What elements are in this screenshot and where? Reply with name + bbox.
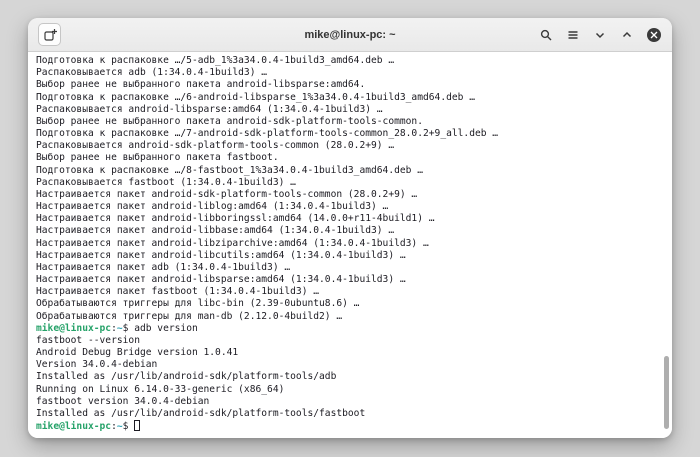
window-controls	[538, 27, 662, 43]
maximize-button[interactable]	[619, 27, 635, 43]
hamburger-menu-icon	[566, 28, 580, 42]
terminal-line: Подготовка к распаковке …/5-adb_1%3a34.0…	[36, 55, 395, 66]
terminal-line: Распаковывается fastboot (1:34.0.4-1buil…	[36, 176, 296, 188]
terminal-line: Выбор ранее не выбранного пакета android…	[36, 115, 423, 127]
new-tab-button[interactable]	[38, 23, 61, 46]
close-icon	[647, 27, 661, 42]
terminal-line: Подготовка к распаковке …/8-fastboot_1%3…	[36, 164, 423, 176]
terminal-line: Android Debug Bridge version 1.0.41	[36, 347, 239, 359]
scrollbar[interactable]	[662, 54, 671, 436]
terminal-line: Настраивается пакет android-libziparchiv…	[36, 237, 429, 249]
terminal-line: fastboot version 34.0.4-debian	[36, 395, 210, 407]
terminal-line: Настраивается пакет android-libsparse:am…	[36, 274, 406, 286]
chevron-up-icon	[620, 28, 634, 42]
terminal-line: Настраивается пакет android-sdk-platform…	[36, 188, 418, 200]
terminal-line: Настраивается пакет android-libbase:amd6…	[36, 225, 395, 237]
terminal-line: Installed as /usr/lib/android-sdk/platfo…	[36, 407, 366, 419]
terminal-line: Настраивается пакет fastboot (1:34.0.4-1…	[36, 286, 320, 298]
search-icon	[539, 28, 553, 42]
terminal-line: Обрабатываются триггеры для libc-bin (2.…	[36, 298, 360, 310]
terminal-line: Version 34.0.4-debian	[36, 359, 158, 371]
terminal-line: Running on Linux 6.14.0-33-generic (x86_…	[36, 383, 285, 395]
terminal-output[interactable]: Подготовка к распаковке …/5-adb_1%3a34.0…	[28, 52, 672, 438]
terminal-line: mike@linux-pc:~$	[36, 420, 664, 433]
titlebar[interactable]: mike@linux-pc: ~	[28, 18, 672, 52]
terminal-line: Настраивается пакет android-liblog:amd64…	[36, 201, 389, 213]
terminal-line: Настраивается пакет adb (1:34.0.4-1build…	[36, 261, 291, 273]
terminal-line: mike@linux-pc:~$ adb version	[36, 322, 198, 334]
terminal-line: Распаковывается android-libsparse:amd64 …	[36, 103, 383, 115]
menu-button[interactable]	[565, 27, 581, 43]
chevron-down-icon	[593, 28, 607, 42]
terminal-line: Installed as /usr/lib/android-sdk/platfo…	[36, 371, 337, 383]
terminal-line: Настраивается пакет android-libboringssl…	[36, 213, 435, 225]
close-button[interactable]	[646, 27, 662, 43]
search-button[interactable]	[538, 27, 554, 43]
terminal-line: fastboot --version	[36, 334, 140, 346]
terminal-line: Выбор ранее не выбранного пакета android…	[36, 79, 366, 91]
terminal-line: Выбор ранее не выбранного пакета fastboo…	[36, 152, 279, 164]
terminal-line: Распаковывается adb (1:34.0.4-1build3) …	[36, 67, 268, 79]
terminal-window: mike@linux-pc: ~ Подготовка к распаковке…	[28, 18, 672, 438]
terminal-line: Подготовка к распаковке …/6-android-libs…	[36, 91, 475, 103]
minimize-button[interactable]	[592, 27, 608, 43]
terminal-cursor	[134, 420, 141, 432]
terminal-line: Подготовка к распаковке …/7-android-sdk-…	[36, 128, 499, 140]
terminal-line: Настраивается пакет android-libcutils:am…	[36, 249, 406, 261]
scrollbar-thumb[interactable]	[664, 356, 669, 429]
new-tab-icon	[43, 28, 57, 42]
terminal-line: Обрабатываются триггеры для man-db (2.12…	[36, 310, 343, 322]
terminal-line: Распаковывается android-sdk-platform-too…	[36, 140, 395, 152]
